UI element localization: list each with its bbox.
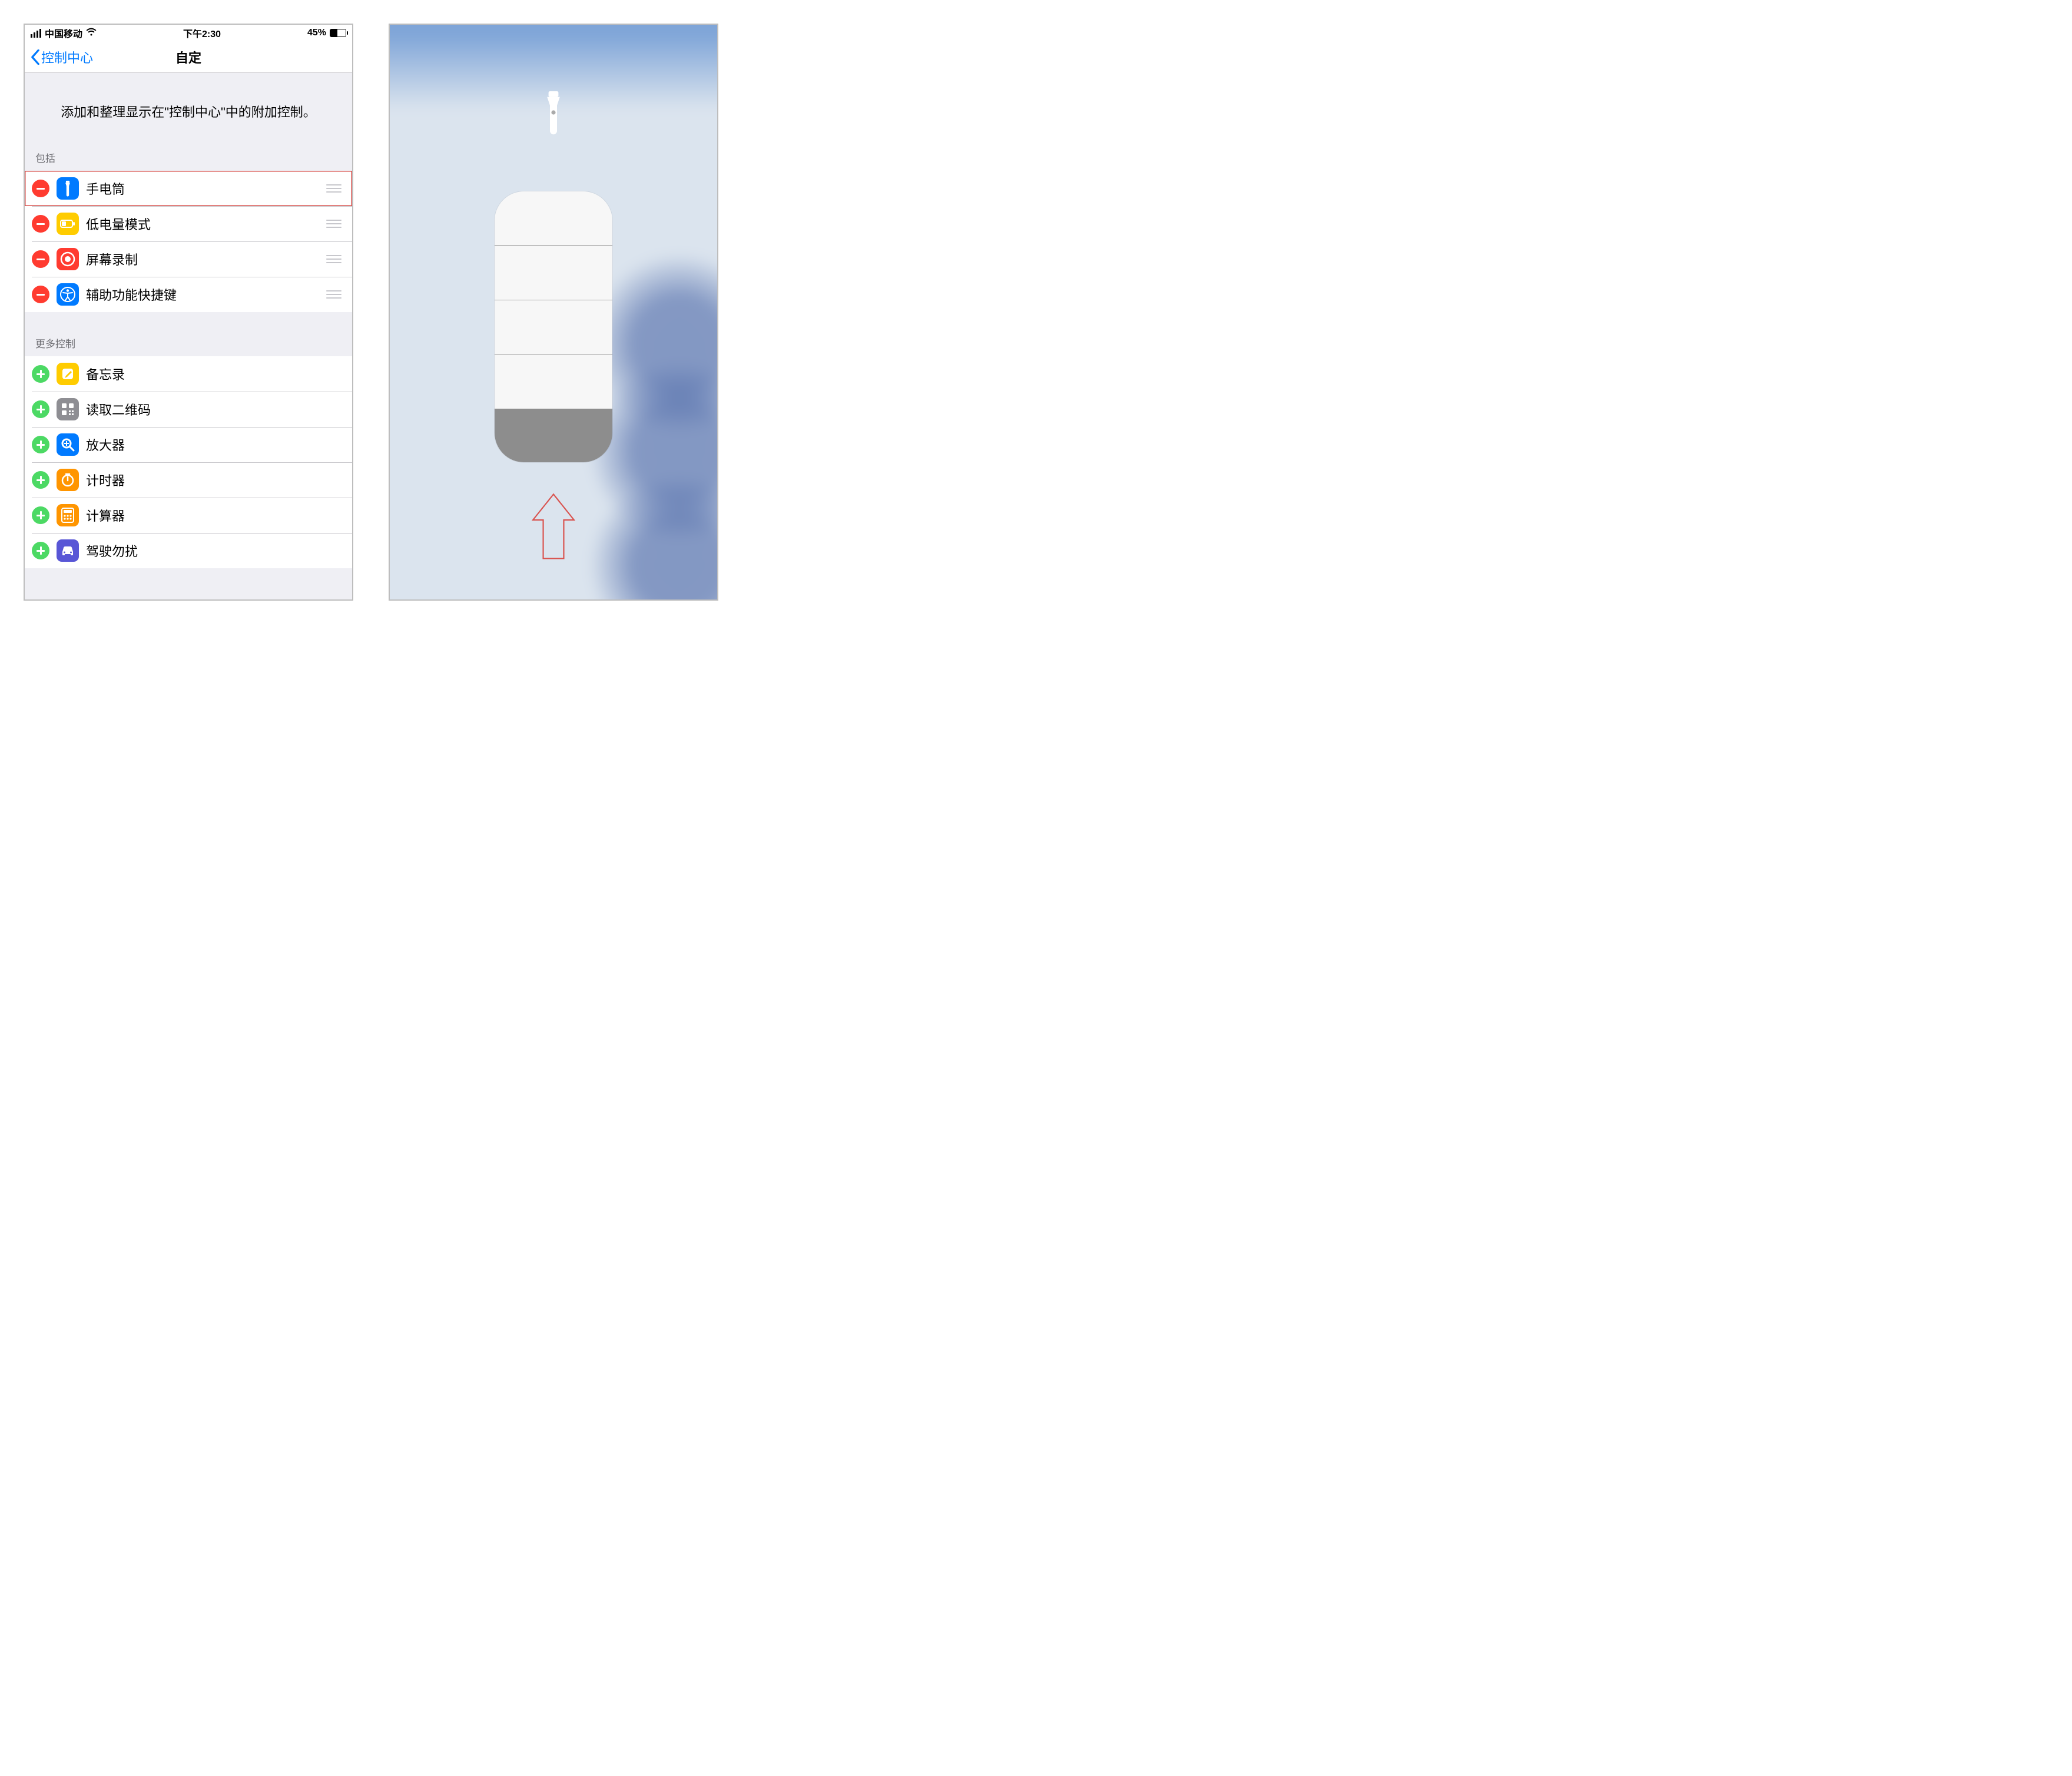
flashlight-icon	[57, 177, 79, 200]
remove-button[interactable]	[32, 286, 49, 303]
add-button[interactable]	[32, 436, 49, 453]
remove-button[interactable]	[32, 250, 49, 268]
battery-low-icon	[57, 213, 79, 235]
clock-label: 下午2:30	[183, 26, 221, 40]
slider-segment[interactable]	[495, 300, 612, 354]
control-row: 低电量模式	[25, 206, 352, 241]
add-button[interactable]	[32, 506, 49, 524]
section-header-included: 包括	[25, 147, 352, 171]
settings-content[interactable]: 添加和整理显示在"控制中心"中的附加控制。 包括 手电筒低电量模式屏幕录制辅助功…	[25, 73, 352, 599]
notes-icon	[57, 363, 79, 385]
settings-screen: 中国移动 下午2:30 45% 控制中心 自定 添加和整理显示在"控制中心"中的…	[24, 24, 353, 601]
control-label: 驾驶勿扰	[86, 541, 342, 560]
control-row: 计时器	[25, 462, 352, 498]
wifi-icon	[86, 28, 97, 39]
back-button[interactable]: 控制中心	[25, 48, 95, 67]
control-label: 计时器	[86, 470, 342, 489]
control-row: 手电筒	[25, 171, 352, 206]
control-label: 低电量模式	[86, 214, 319, 233]
flashlight-brightness-slider[interactable]	[495, 191, 612, 462]
battery-icon	[330, 29, 346, 37]
control-label: 备忘录	[86, 365, 342, 383]
signal-icon	[31, 29, 41, 38]
battery-fill	[330, 29, 337, 37]
flashlight-overlay	[390, 25, 717, 599]
intro-text: 添加和整理显示在"控制中心"中的附加控制。	[25, 73, 352, 147]
remove-button[interactable]	[32, 215, 49, 233]
control-label: 计算器	[86, 506, 342, 525]
nav-bar: 控制中心 自定	[25, 41, 352, 73]
swipe-up-arrow-annotation[interactable]	[527, 492, 580, 565]
drag-handle-icon[interactable]	[326, 290, 342, 299]
add-button[interactable]	[32, 542, 49, 559]
control-label: 放大器	[86, 435, 342, 454]
included-controls-list: 手电筒低电量模式屏幕录制辅助功能快捷键	[25, 171, 352, 312]
add-button[interactable]	[32, 365, 49, 383]
control-label: 屏幕录制	[86, 250, 319, 269]
timer-icon	[57, 469, 79, 491]
battery-percent-label: 45%	[307, 28, 326, 38]
status-bar: 中国移动 下午2:30 45%	[25, 25, 352, 41]
control-row: 读取二维码	[25, 392, 352, 427]
drag-handle-icon[interactable]	[326, 184, 342, 193]
slider-segment[interactable]	[495, 409, 612, 462]
slider-segment[interactable]	[495, 354, 612, 408]
status-left: 中国移动	[31, 26, 97, 40]
control-label: 手电筒	[86, 179, 319, 198]
calculator-icon	[57, 504, 79, 526]
control-row: 驾驶勿扰	[25, 533, 352, 568]
more-controls-list: 备忘录读取二维码放大器计时器计算器驾驶勿扰	[25, 356, 352, 568]
control-row: 放大器	[25, 427, 352, 462]
remove-button[interactable]	[32, 180, 49, 197]
car-icon	[57, 539, 79, 562]
control-label: 辅助功能快捷键	[86, 285, 319, 304]
drag-handle-icon[interactable]	[326, 255, 342, 263]
back-label: 控制中心	[41, 48, 93, 67]
section-header-more: 更多控制	[25, 312, 352, 356]
record-icon	[57, 248, 79, 270]
control-row: 屏幕录制	[25, 241, 352, 277]
chevron-left-icon	[31, 49, 40, 65]
control-row: 辅助功能快捷键	[25, 277, 352, 312]
control-row: 备忘录	[25, 356, 352, 392]
accessibility-icon	[57, 283, 79, 306]
drag-handle-icon[interactable]	[326, 220, 342, 228]
control-center-flashlight-screen	[389, 24, 718, 601]
slider-segment[interactable]	[495, 245, 612, 299]
status-right: 45%	[307, 28, 346, 38]
flashlight-icon	[539, 90, 568, 138]
control-row: 计算器	[25, 498, 352, 533]
qrcode-icon	[57, 398, 79, 420]
carrier-label: 中国移动	[45, 26, 82, 40]
slider-segment[interactable]	[495, 191, 612, 245]
add-button[interactable]	[32, 471, 49, 489]
magnifier-icon	[57, 433, 79, 456]
control-label: 读取二维码	[86, 400, 342, 419]
add-button[interactable]	[32, 400, 49, 418]
